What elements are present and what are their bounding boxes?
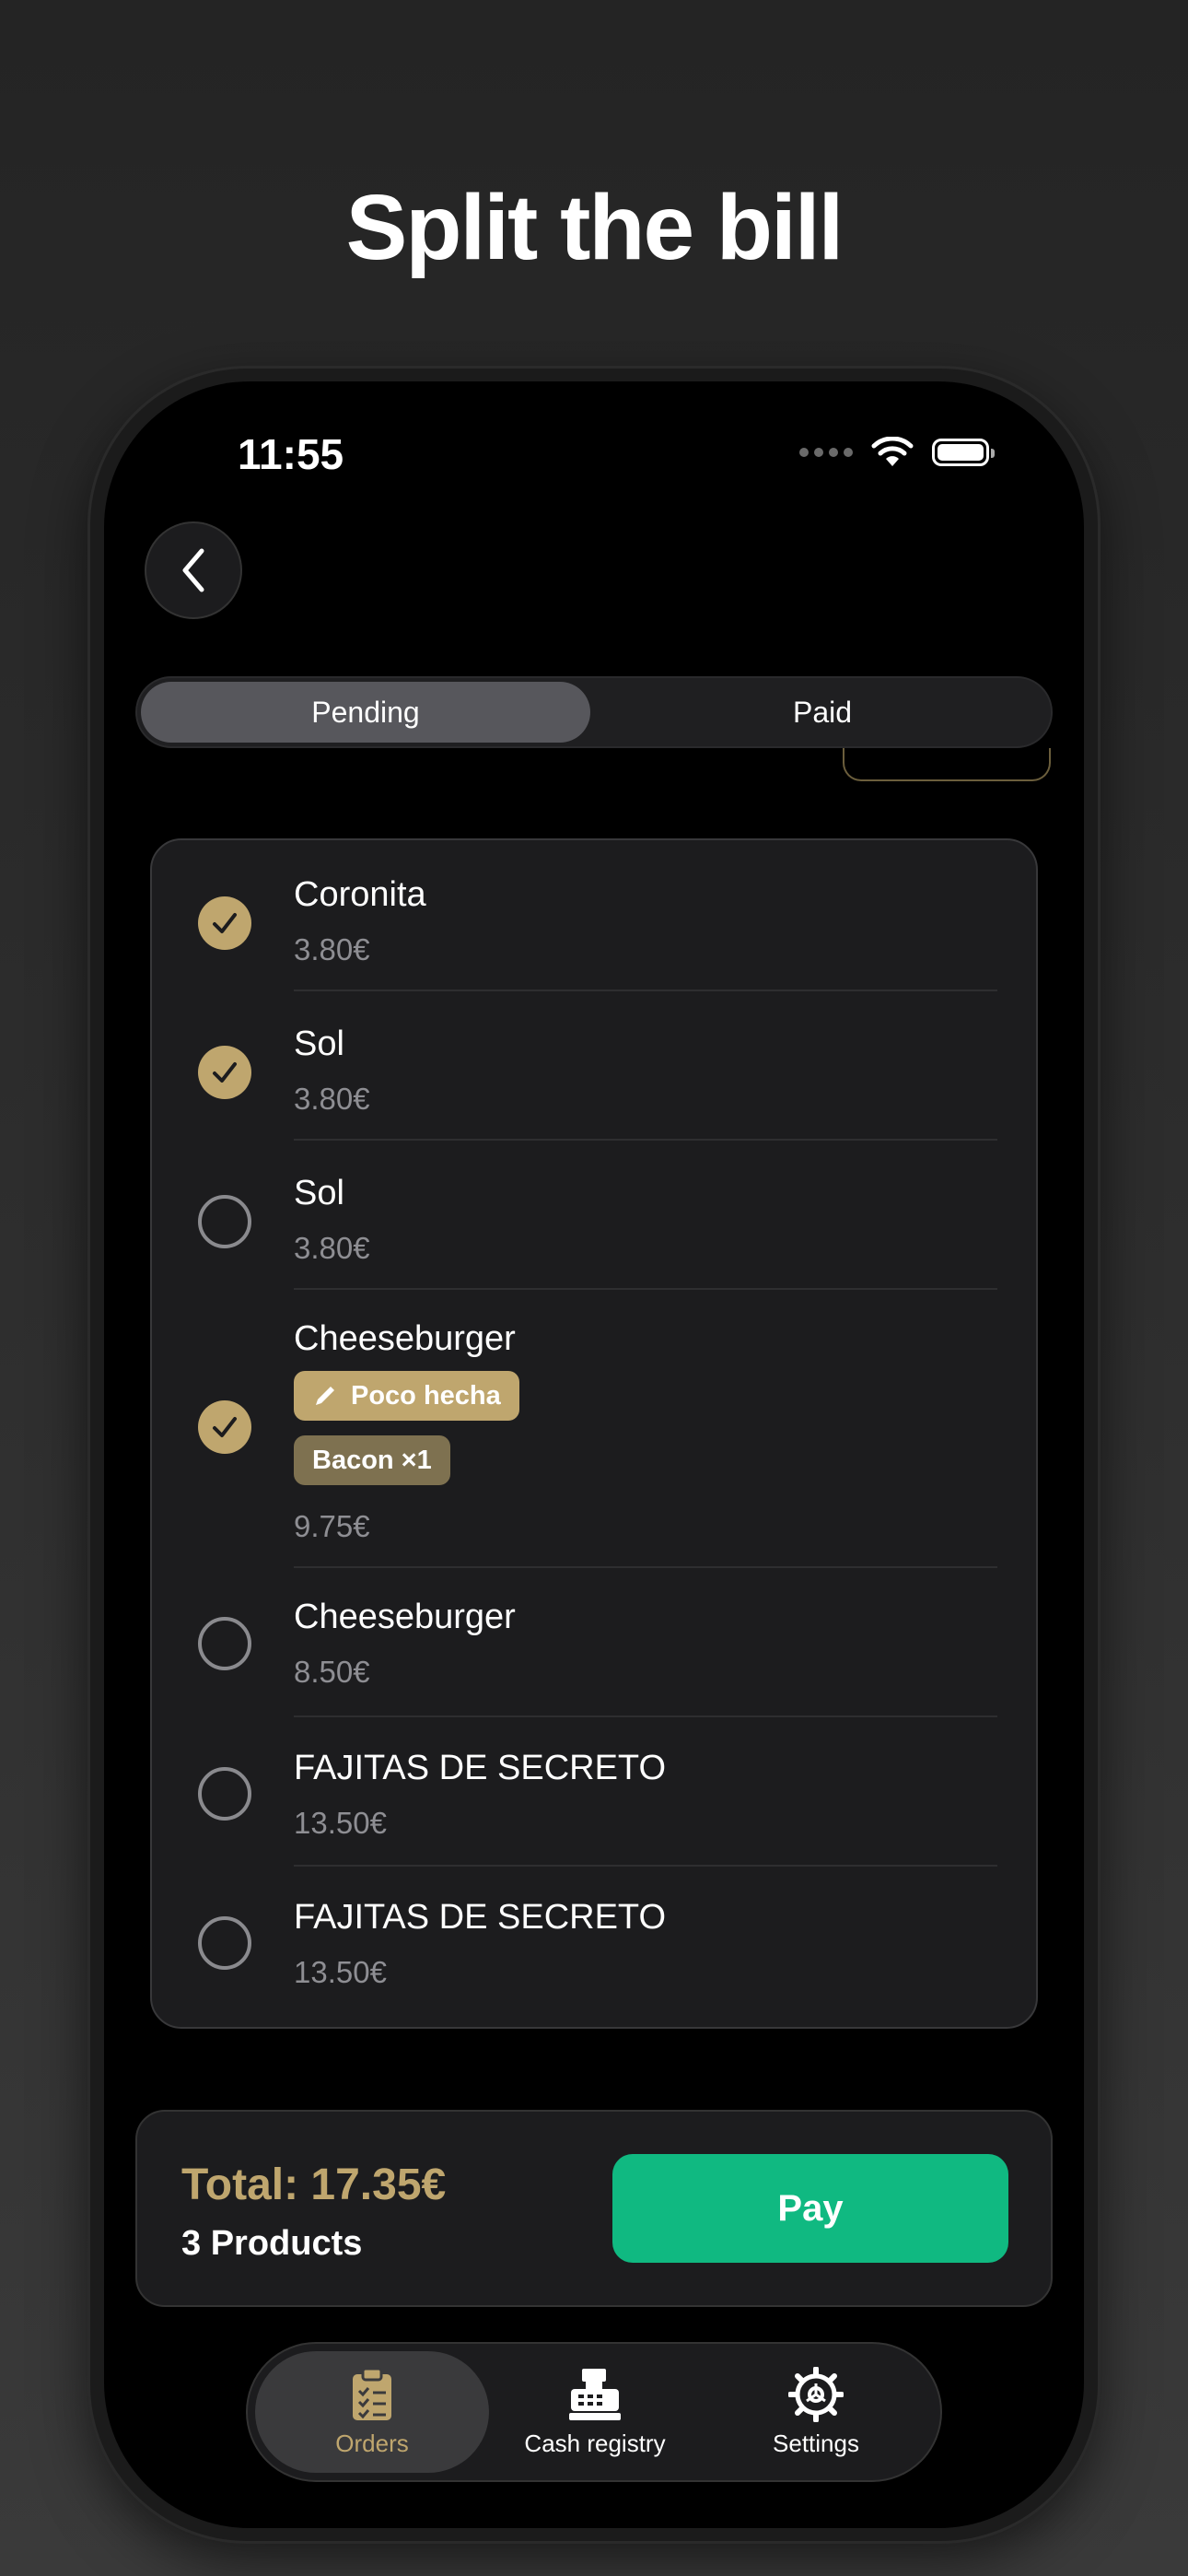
battery-icon — [932, 439, 995, 466]
tab-orders[interactable]: Orders — [255, 2351, 489, 2473]
tab-label: Settings — [773, 2429, 859, 2457]
item-price: 8.50€ — [294, 1655, 370, 1689]
phone-screen: 11:55 Pending Paid Coronita 3.80€ Sol 3.… — [104, 381, 1084, 2528]
checkout-bar: Total: 17.35€ 3 Products Pay — [135, 2110, 1053, 2307]
chevron-left-icon — [182, 548, 204, 592]
items-list: Coronita 3.80€ Sol 3.80€ Sol 3.80€ Chees… — [150, 838, 1038, 2029]
total-amount: Total: 17.35€ — [181, 2160, 447, 2209]
divider — [294, 1566, 997, 1568]
extra-tag: Bacon ×1 — [294, 1435, 450, 1485]
tab-paid[interactable]: Paid — [598, 682, 1047, 743]
divider — [294, 1139, 997, 1141]
tab-settings[interactable]: Settings — [699, 2351, 933, 2473]
wifi-icon — [871, 437, 914, 466]
unchecked-icon[interactable] — [198, 1617, 251, 1670]
tab-label: Cash registry — [524, 2429, 666, 2457]
back-button[interactable] — [145, 521, 242, 619]
item-price: 3.80€ — [294, 932, 370, 966]
item-name: FAJITAS DE SECRETO — [294, 1749, 667, 1787]
status-time: 11:55 — [238, 430, 344, 478]
bottom-tab-bar: Orders Cash registry Settings — [246, 2342, 942, 2482]
item-price: 13.50€ — [294, 1806, 387, 1840]
divider — [294, 1865, 997, 1867]
checked-icon[interactable] — [198, 1400, 251, 1454]
item-name: Cheeseburger — [294, 1598, 516, 1636]
note-tag: Poco hecha — [294, 1371, 519, 1421]
status-icons — [799, 437, 995, 468]
tab-pending[interactable]: Pending — [141, 682, 590, 743]
item-price: 3.80€ — [294, 1231, 370, 1265]
product-count: 3 Products — [181, 2224, 363, 2263]
unchecked-icon[interactable] — [198, 1195, 251, 1248]
divider — [294, 1715, 997, 1717]
tab-cash-registry[interactable]: Cash registry — [478, 2351, 712, 2473]
divider — [294, 1288, 997, 1290]
note-text: Poco hecha — [351, 1380, 501, 1411]
cellular-signal-icon — [799, 448, 853, 457]
status-segmented-control: Pending Paid — [135, 676, 1053, 748]
checked-icon[interactable] — [198, 896, 251, 950]
checked-icon[interactable] — [198, 1046, 251, 1099]
pay-button[interactable]: Pay — [612, 2154, 1008, 2263]
clipboard-icon — [353, 2367, 391, 2420]
unchecked-icon[interactable] — [198, 1916, 251, 1970]
item-price: 13.50€ — [294, 1955, 387, 1989]
item-name: Cheeseburger — [294, 1319, 516, 1358]
item-price: 3.80€ — [294, 1082, 370, 1116]
divider — [294, 989, 997, 991]
page-headline: Split the bill — [345, 176, 844, 279]
pencil-icon — [316, 1387, 334, 1405]
partially-hidden-chip — [843, 748, 1051, 781]
item-name: Sol — [294, 1174, 344, 1212]
gear-icon — [788, 2366, 844, 2422]
item-name: FAJITAS DE SECRETO — [294, 1898, 667, 1937]
item-price: 9.75€ — [294, 1509, 370, 1543]
item-name: Sol — [294, 1025, 344, 1063]
unchecked-icon[interactable] — [198, 1767, 251, 1821]
tab-label: Orders — [335, 2429, 409, 2457]
item-name: Coronita — [294, 875, 426, 914]
cash-register-icon — [569, 2368, 621, 2420]
